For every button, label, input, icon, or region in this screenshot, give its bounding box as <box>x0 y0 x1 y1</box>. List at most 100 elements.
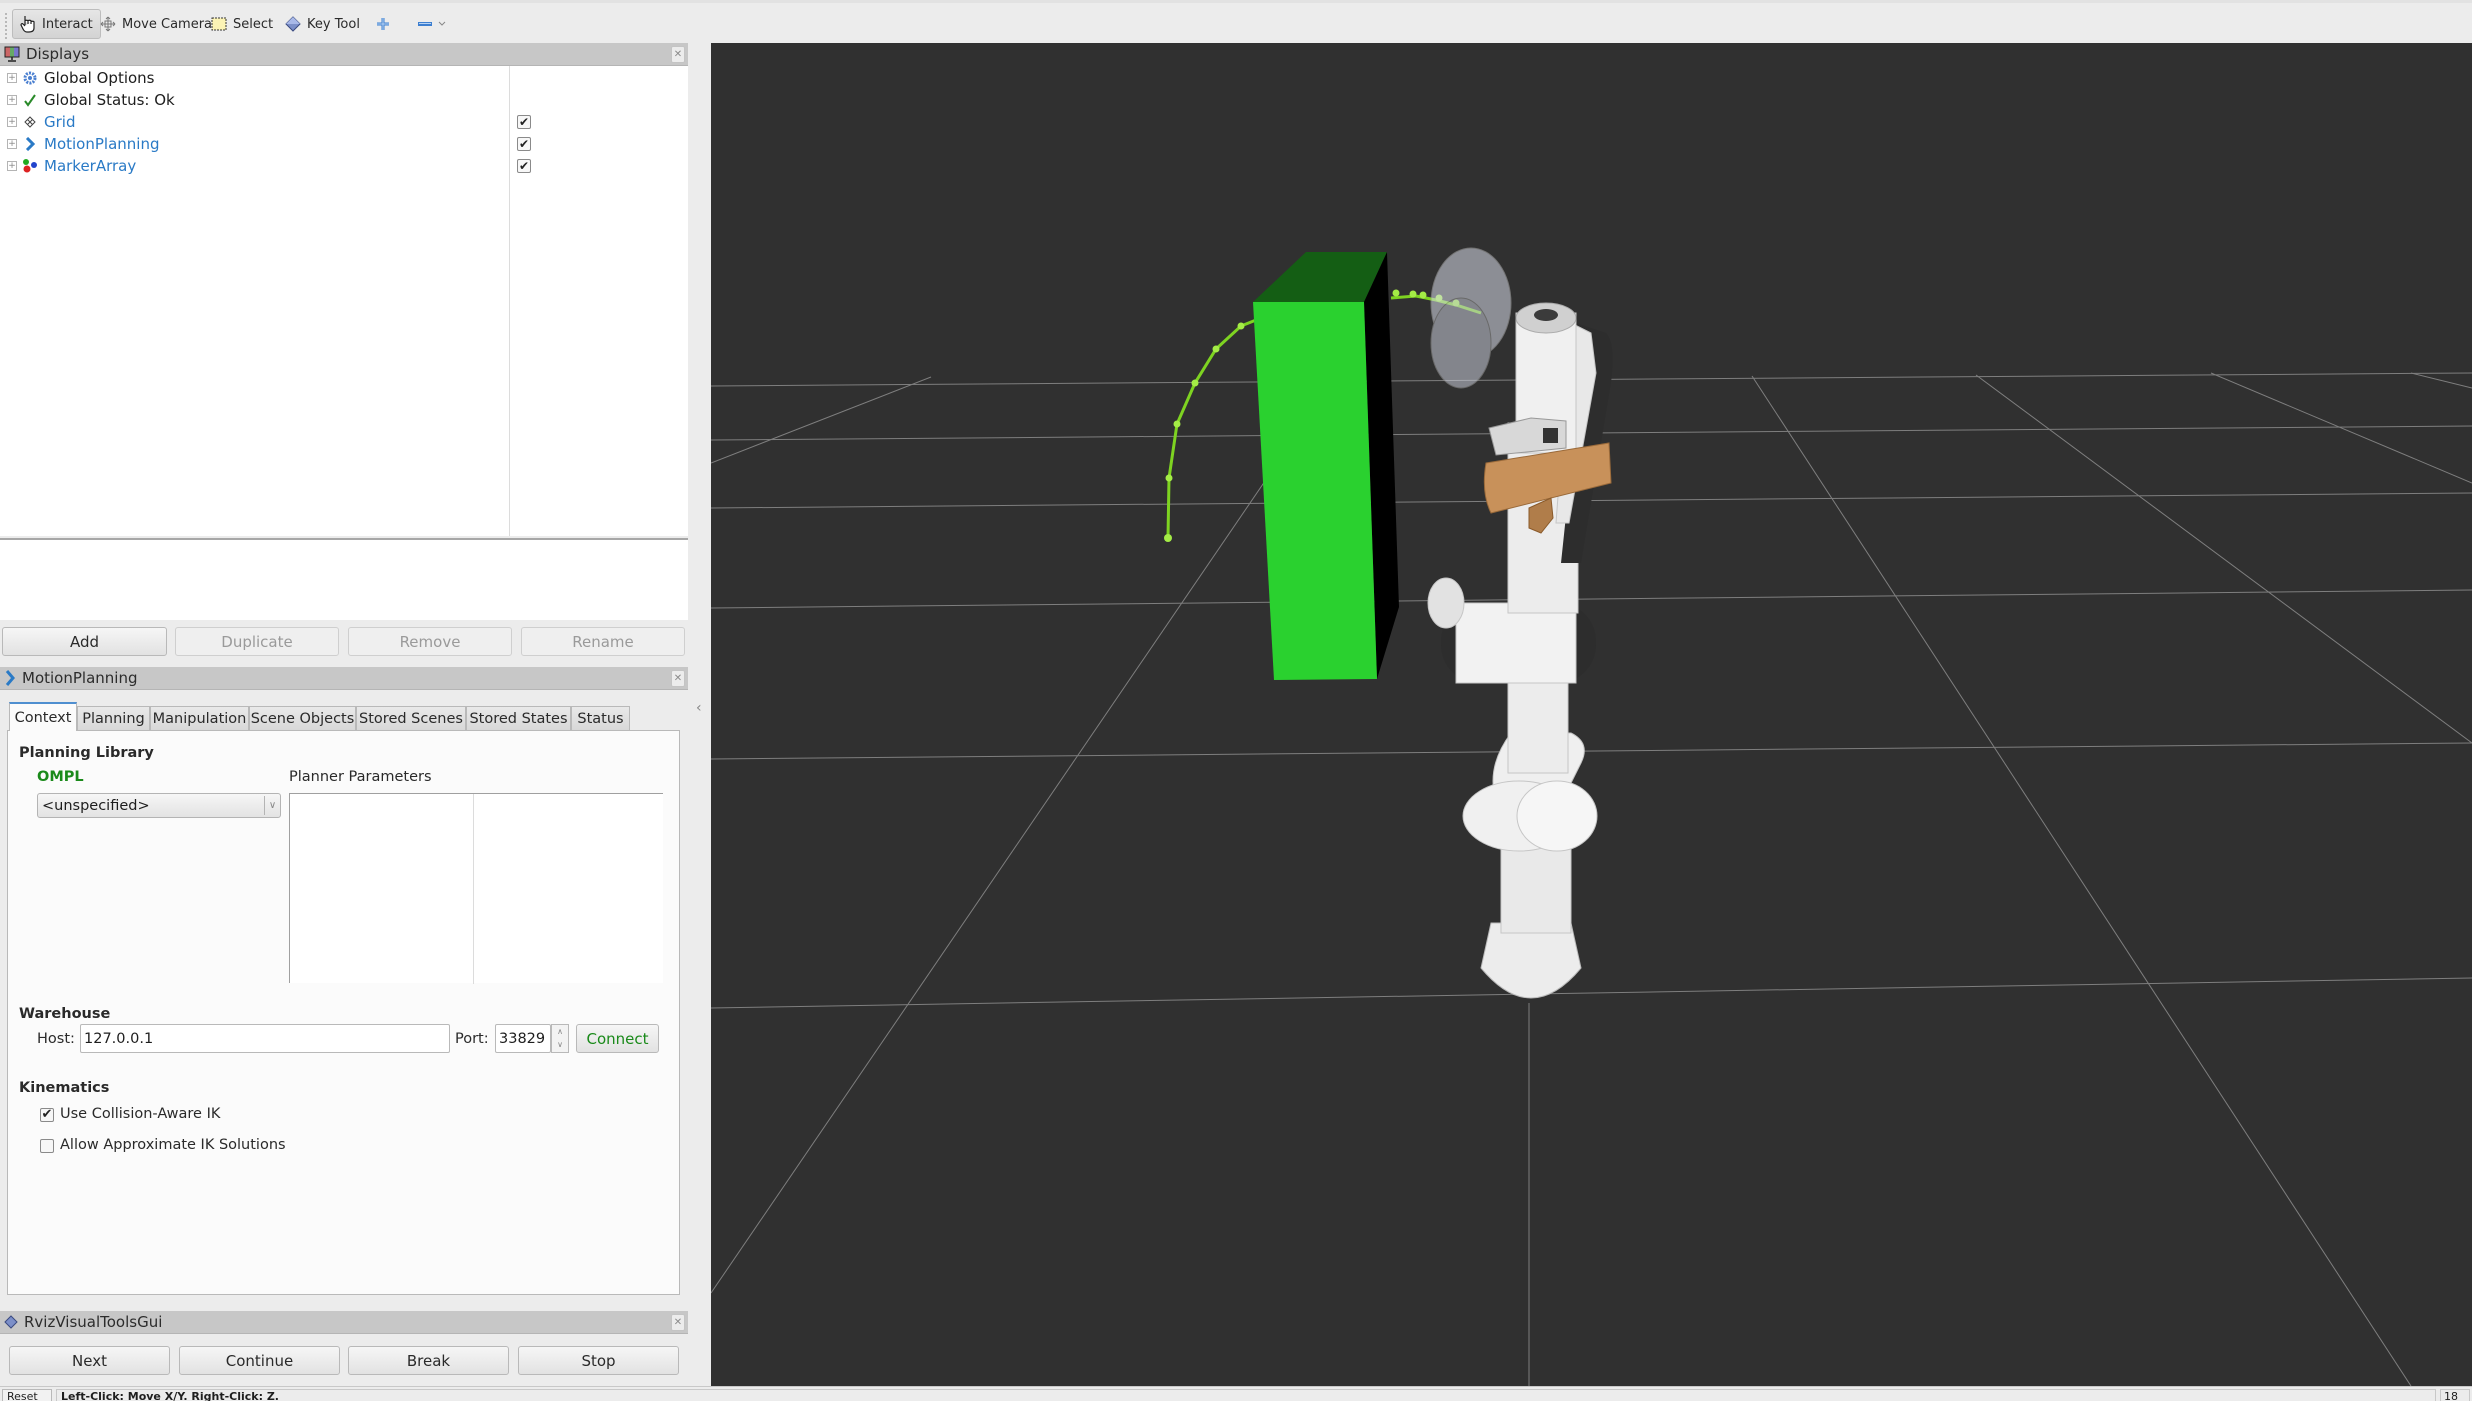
planner-parameters-table[interactable] <box>289 793 663 984</box>
stop-button[interactable]: Stop <box>518 1346 679 1375</box>
planner-select-value: <unspecified> <box>42 797 150 814</box>
host-input[interactable]: 127.0.0.1 <box>80 1024 450 1053</box>
tool-interact-button[interactable]: Interact <box>12 9 101 39</box>
grid-icon <box>22 114 38 130</box>
button-label: Break <box>406 1351 451 1370</box>
tab-label: Status <box>577 710 624 727</box>
expand-icon[interactable]: + <box>7 161 17 171</box>
rviz-visual-tools-title: RvizVisualToolsGui <box>24 1313 163 1331</box>
rviz-visual-tools-panel-header: RvizVisualToolsGui ✕ <box>0 1311 688 1334</box>
continue-button[interactable]: Continue <box>179 1346 340 1375</box>
trajectory-point <box>1409 290 1417 298</box>
diamond-icon <box>4 1315 18 1329</box>
display-item-marker-array[interactable]: + MarkerArray ✔ <box>0 155 688 177</box>
trajectory-point <box>1164 534 1172 542</box>
column-separator <box>473 794 474 984</box>
grid-line <box>2410 372 2472 389</box>
close-icon[interactable]: ✕ <box>671 1314 685 1331</box>
3d-viewport[interactable] <box>711 43 2472 1386</box>
close-icon[interactable]: ✕ <box>671 46 685 63</box>
tab-stored-states[interactable]: Stored States <box>466 706 571 730</box>
button-label: Connect <box>586 1029 649 1048</box>
tab-stored-scenes[interactable]: Stored Scenes <box>356 706 466 730</box>
robot-arm <box>1427 302 1613 999</box>
gear-icon <box>22 70 38 86</box>
tool-move-camera-button[interactable]: Move Camera <box>92 9 220 39</box>
grid-line <box>711 376 1337 1294</box>
status-hint-text: Left-Click: Move X/Y. Right-Click: Z. <box>61 1390 279 1401</box>
next-button[interactable]: Next <box>9 1346 170 1375</box>
add-tool-button[interactable] <box>368 9 398 39</box>
collapse-panel-icon[interactable]: ‹ <box>696 700 702 716</box>
diamond-icon <box>285 16 301 32</box>
connect-button[interactable]: Connect <box>576 1024 659 1053</box>
expand-icon[interactable]: + <box>7 95 17 105</box>
fps-readout: 18 <box>2440 1389 2470 1401</box>
collision-box[interactable] <box>1253 252 1399 680</box>
display-enabled-checkbox[interactable]: ✔ <box>517 115 531 129</box>
planning-library-name: OMPL <box>37 769 84 785</box>
tab-scene-objects[interactable]: Scene Objects <box>249 706 356 730</box>
displays-tree: + Global Options + Global Status: Ok + G… <box>0 66 688 536</box>
display-item-global-status[interactable]: + Global Status: Ok <box>0 89 688 111</box>
remove-display-button[interactable]: Remove <box>348 627 512 656</box>
close-icon[interactable]: ✕ <box>671 670 685 687</box>
break-button[interactable]: Break <box>348 1346 509 1375</box>
trajectory-point <box>1392 289 1400 297</box>
display-item-global-options[interactable]: + Global Options <box>0 67 688 89</box>
plus-icon <box>377 18 389 30</box>
checkmark-icon <box>22 92 38 108</box>
grid-line <box>711 977 2472 1009</box>
display-label: MarkerArray <box>44 157 137 175</box>
planning-library-heading: Planning Library <box>19 745 154 761</box>
button-label: Rename <box>572 632 634 651</box>
minus-icon <box>418 22 432 26</box>
display-enabled-checkbox[interactable]: ✔ <box>517 159 531 173</box>
button-label: Reset <box>7 1390 38 1401</box>
planner-select[interactable]: <unspecified> ∨ <box>37 793 281 818</box>
grid <box>711 372 2472 1386</box>
tool-label: Move Camera <box>122 16 213 32</box>
duplicate-display-button[interactable]: Duplicate <box>175 627 339 656</box>
tool-label: Interact <box>42 16 93 32</box>
button-label: Continue <box>225 1351 294 1370</box>
hand-pointer-icon <box>20 16 35 33</box>
tab-planning[interactable]: Planning <box>77 706 150 730</box>
rename-display-button[interactable]: Rename <box>521 627 685 656</box>
display-item-grid[interactable]: + Grid ✔ <box>0 111 688 133</box>
button-label: Remove <box>399 632 461 651</box>
planner-parameters-label: Planner Parameters <box>289 769 432 785</box>
tab-context[interactable]: Context <box>9 702 77 731</box>
button-label: Duplicate <box>221 632 293 651</box>
toolbar-grip[interactable] <box>5 13 7 39</box>
tab-manipulation[interactable]: Manipulation <box>150 706 249 730</box>
trajectory-point <box>1419 291 1427 299</box>
display-item-motion-planning[interactable]: + MotionPlanning ✔ <box>0 133 688 155</box>
expand-icon[interactable]: + <box>7 139 17 149</box>
motion-planning-panel-header: MotionPlanning ✕ <box>0 667 688 690</box>
displays-panel-header: Displays ✕ <box>0 43 688 66</box>
tab-status[interactable]: Status <box>571 706 630 730</box>
port-spinner[interactable]: ∧ ∨ <box>551 1024 569 1053</box>
tool-select-button[interactable]: Select <box>203 9 281 39</box>
allow-approximate-ik-checkbox[interactable] <box>40 1139 54 1153</box>
display-label: Global Status: Ok <box>44 91 175 109</box>
display-label: Grid <box>44 113 76 131</box>
chevron-down-icon[interactable] <box>438 21 446 27</box>
add-display-button[interactable]: Add <box>2 627 167 656</box>
display-enabled-checkbox[interactable]: ✔ <box>517 137 531 151</box>
expand-icon[interactable]: + <box>7 73 17 83</box>
remove-tool-button[interactable] <box>410 9 454 39</box>
port-input[interactable]: 33829 <box>495 1024 551 1053</box>
display-description-area <box>0 538 688 620</box>
expand-icon[interactable]: + <box>7 117 17 127</box>
tool-label: Key Tool <box>307 16 360 32</box>
spin-down-icon[interactable]: ∨ <box>552 1038 568 1051</box>
use-collision-aware-ik-checkbox[interactable]: ✔ <box>40 1108 54 1122</box>
scene-render[interactable] <box>711 43 2472 1386</box>
tool-key-tool-button[interactable]: Key Tool <box>277 9 368 39</box>
spin-up-icon[interactable]: ∧ <box>552 1025 568 1038</box>
warehouse-heading: Warehouse <box>19 1006 111 1022</box>
host-value: 127.0.0.1 <box>84 1030 154 1047</box>
reset-button[interactable]: Reset <box>2 1389 52 1401</box>
